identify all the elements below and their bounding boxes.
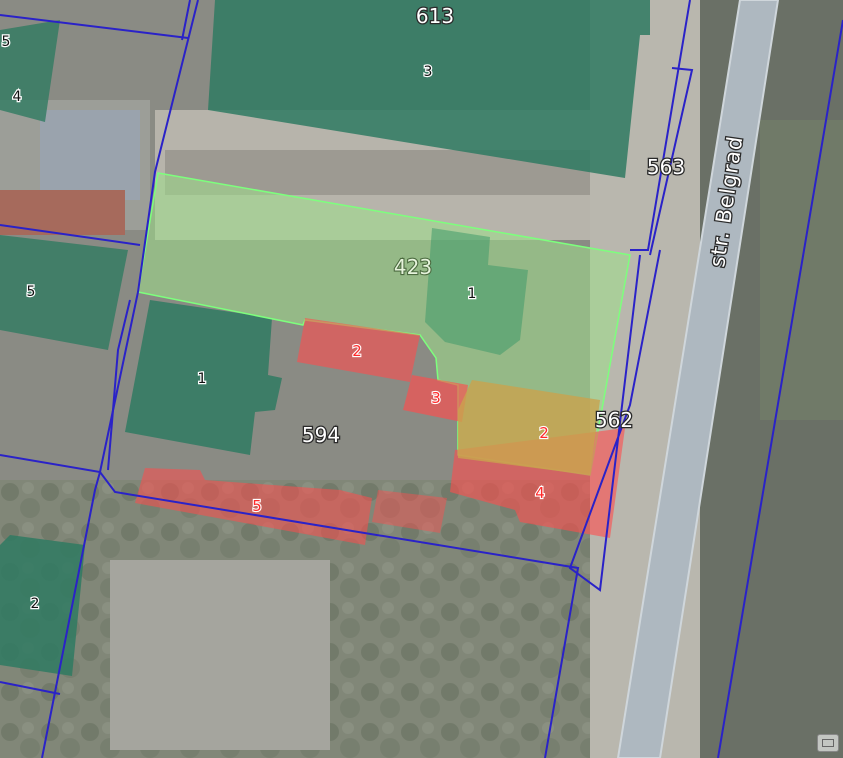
red-building-label-4: 4: [535, 484, 545, 502]
parcel-label-613: 613: [416, 4, 454, 28]
building-label-1-green: 1: [468, 286, 477, 302]
building-label-4-topleft: 4: [13, 89, 22, 105]
building-label-5-left: 5: [27, 284, 36, 300]
layer-icon: [822, 739, 834, 747]
building-label-2-bottomleft: 2: [31, 596, 40, 612]
orange-building-label-2: 2: [539, 424, 549, 442]
red-building-label-2: 2: [352, 342, 362, 360]
map-canvas[interactable]: 613 563 562 594 423 3 1 1 4 5 5 2 2 3 5 …: [0, 0, 843, 758]
building-label-1-left: 1: [198, 371, 207, 387]
building-label-5-topleft: 5: [2, 34, 11, 50]
red-building-label-3: 3: [431, 389, 441, 407]
parcel-label-562: 562: [595, 408, 633, 432]
parcel-label-594: 594: [302, 423, 340, 447]
map-layer-toggle-button[interactable]: [817, 734, 839, 752]
cadastral-map[interactable]: 613 563 562 594 423 3 1 1 4 5 5 2 2 3 5 …: [0, 0, 843, 758]
parcel-label-423: 423: [394, 255, 432, 279]
parcel-label-563: 563: [647, 155, 685, 179]
building-label-3-top: 3: [424, 64, 433, 80]
building-5-left[interactable]: [0, 235, 128, 350]
red-building-label-5: 5: [252, 497, 262, 515]
